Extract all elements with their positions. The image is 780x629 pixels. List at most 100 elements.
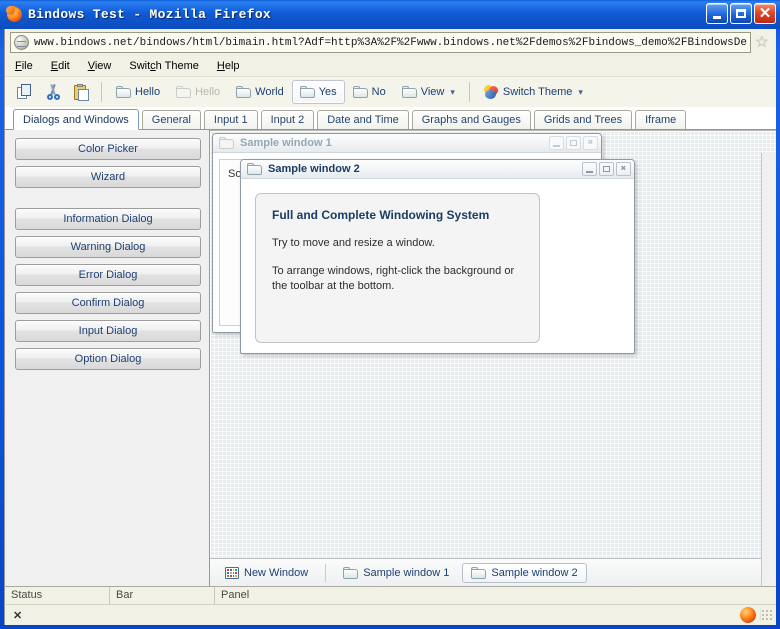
maximize-icon[interactable] [599,162,614,176]
menu-file[interactable]: File [13,59,35,73]
menu-view[interactable]: View [86,59,114,73]
app-toolbar: Hello Hello World Yes No View ▾ Switch T… [5,76,776,107]
chevron-down-icon: ▾ [450,86,455,97]
taskbar-item-label: Sample window 1 [363,566,450,579]
toolbar-button-label: Hello [195,86,221,98]
sample-window-2-controls: ✖ [582,162,631,176]
folder-icon [343,566,359,579]
maximize-button[interactable] [730,3,752,24]
taskbar-new-window-label: New Window [244,566,309,579]
menu-switch-theme[interactable]: Switch Theme [127,59,201,73]
minimize-button[interactable] [706,3,728,24]
card-heading: Full and Complete Windowing System [272,208,490,222]
toolbar-button-no[interactable]: No [345,80,394,104]
toolbar-button-world[interactable]: World [228,80,292,104]
tab-general[interactable]: General [141,110,201,129]
chevron-down-icon: ▾ [578,86,583,97]
button-information-dialog[interactable]: Information Dialog [15,208,201,230]
tab-graphs-and-gauges[interactable]: Graphs and Gauges [411,110,531,129]
star-icon[interactable]: ☆ [755,34,769,51]
close-icon: ✕ [758,5,772,22]
button-input-dialog[interactable]: Input Dialog [15,320,201,342]
sample-window-2[interactable]: Sample window 2 ✖ Full and Complete Wind… [240,159,635,354]
toolbar-button-view[interactable]: View ▾ [394,80,463,104]
status-cell-2: Bar [110,587,215,604]
close-button[interactable]: ✕ [754,3,776,24]
tab-label: Dialogs and Windows [23,114,129,126]
address-bar[interactable]: www.bindows.net/bindows/html/bimain.html… [10,32,751,53]
taskbar-separator [325,563,327,582]
url-text: www.bindows.net/bindows/html/bimain.html… [34,36,747,49]
tab-label: Date and Time [327,114,399,126]
window-title: Bindows Test - Mozilla Firefox [28,7,272,22]
tab-label: General [151,114,191,126]
cut-button[interactable] [39,80,67,104]
tab-date-and-time[interactable]: Date and Time [317,110,409,129]
page-content: Dialogs and Windows General Input 1 Inpu… [4,107,776,586]
menu-edit[interactable]: Edit [49,59,72,73]
globe-icon [14,35,29,50]
tab-label: Input 2 [270,114,305,126]
taskbar-new-window-button[interactable]: New Window [216,563,317,583]
desktop-surface[interactable]: Sample window 1 ✖ So Sample window 2 ✖ F… [210,131,776,558]
sample-window-2-body: Full and Complete Windowing System Try t… [241,179,634,353]
tab-label: Grids and Trees [543,114,623,126]
copy-button[interactable] [11,80,39,104]
toolbar-button-yes[interactable]: Yes [291,80,345,104]
toolbar-button-hello-disabled: Hello [168,80,228,104]
button-wizard[interactable]: Wizard [15,166,201,188]
button-warning-dialog[interactable]: Warning Dialog [15,236,201,258]
tab-input-1[interactable]: Input 1 [203,110,258,129]
menu-bar: File Edit View Switch Theme Help [5,56,776,76]
resize-grip-icon[interactable] [760,609,772,621]
button-confirm-dialog[interactable]: Confirm Dialog [15,292,201,314]
close-icon[interactable]: ✖ [616,162,631,176]
minimize-icon[interactable] [582,162,597,176]
folder-icon [352,86,368,98]
grid-icon [225,566,239,579]
browser-chrome: www.bindows.net/bindows/html/bimain.html… [4,29,776,107]
status-bar-right [740,607,776,623]
windowing-desktop[interactable]: Sample window 1 ✖ So Sample window 2 ✖ F… [210,130,776,586]
tab-dialogs-and-windows[interactable]: Dialogs and Windows [13,109,139,130]
folder-icon [176,86,192,98]
taskbar-item-sample-window-1[interactable]: Sample window 1 [334,563,458,583]
toolbar-button-switch-theme[interactable]: Switch Theme ▾ [476,80,591,104]
toolbar-button-hello[interactable]: Hello [108,80,168,104]
paste-button[interactable] [67,80,95,104]
toolbar-button-label: World [255,86,284,98]
minimize-icon[interactable] [549,136,564,150]
firefox-icon[interactable] [740,607,756,623]
button-group-spacer [15,194,201,208]
app-status-bar: Status Bar Panel [4,586,776,604]
sample-window-2-titlebar[interactable]: Sample window 2 ✖ [241,160,634,179]
button-color-picker[interactable]: Color Picker [15,138,201,160]
left-button-pane: Color Picker Wizard Information Dialog W… [5,130,210,586]
folder-icon [401,86,417,98]
desktop-taskbar: New Window Sample window 1 Sample window… [210,558,776,586]
findbar-close-icon[interactable]: ✕ [13,609,22,622]
close-icon[interactable]: ✖ [583,136,598,150]
menu-help[interactable]: Help [215,59,242,73]
status-cell-1: Status [5,587,110,604]
browser-status-bar: ✕ [4,604,776,625]
sample-window-1-controls: ✖ [549,136,598,150]
tab-input-2[interactable]: Input 2 [260,110,315,129]
tab-grids-and-trees[interactable]: Grids and Trees [533,110,633,129]
copy-icon [16,83,34,101]
taskbar-item-sample-window-2[interactable]: Sample window 2 [462,562,587,583]
firefox-logo-icon [6,6,23,23]
tab-iframe[interactable]: Iframe [635,110,687,129]
card-paragraph-1: Try to move and resize a window. [272,237,435,249]
page-vertical-scrollbar[interactable] [761,153,776,586]
window-controls: ✕ [706,3,776,24]
folder-icon [116,86,131,98]
maximize-icon[interactable] [566,136,581,150]
sample-window-1-titlebar[interactable]: Sample window 1 ✖ [213,134,601,153]
toolbar-button-label: Hello [135,86,161,98]
button-error-dialog[interactable]: Error Dialog [15,264,201,286]
card-paragraph-2: To arrange windows, right-click the back… [272,265,515,292]
taskbar-item-label: Sample window 2 [491,566,578,579]
toolbar-button-label: No [371,86,386,98]
button-option-dialog[interactable]: Option Dialog [15,348,201,370]
